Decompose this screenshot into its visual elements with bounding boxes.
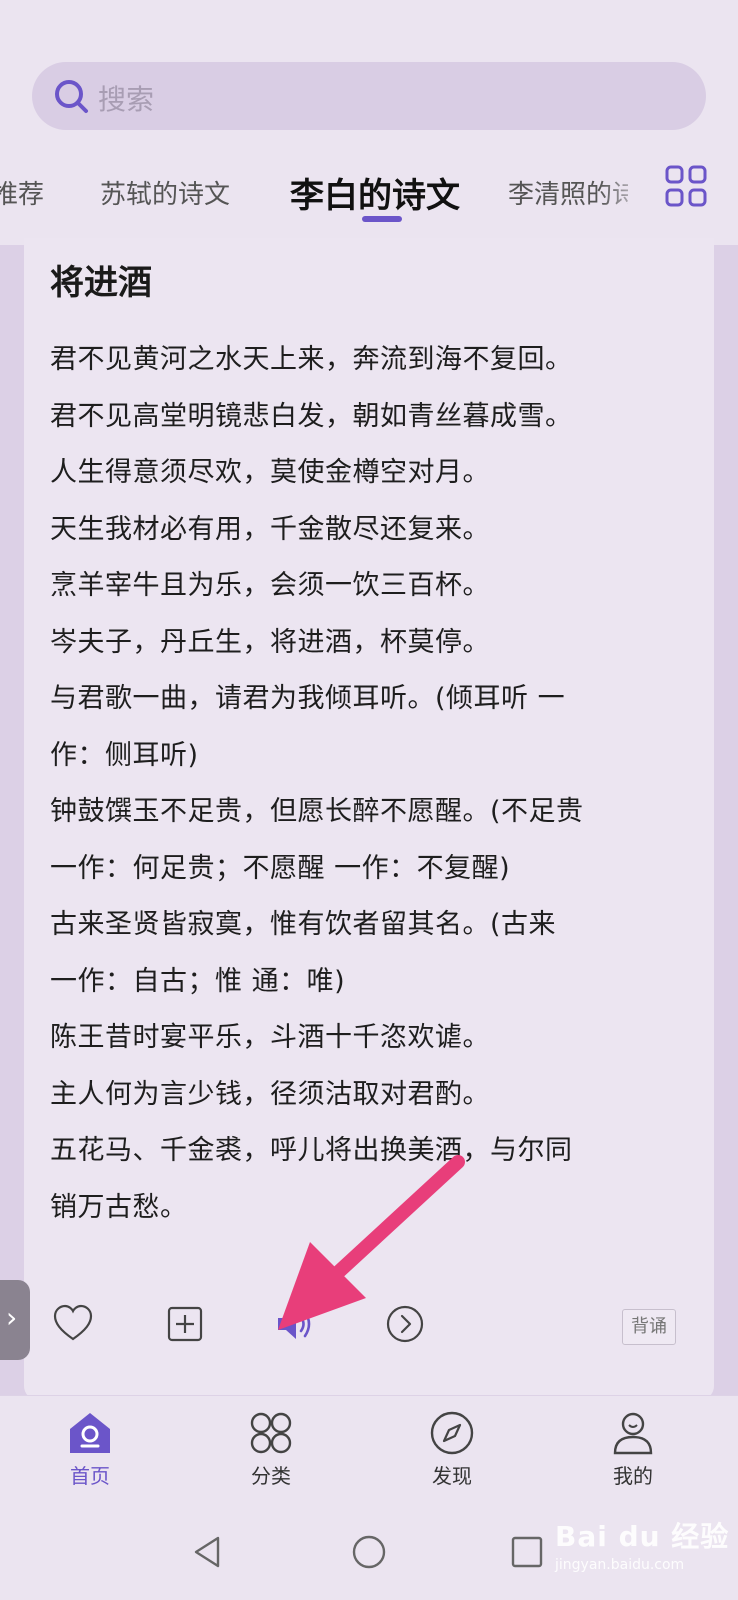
poem-line: 与君歌一曲，请君为我倾耳听。(倾耳听 一 (50, 683, 566, 714)
active-tab-indicator (362, 216, 402, 222)
user-icon (613, 1412, 653, 1455)
poem-line: 陈王昔时宴平乐，斗酒十千恣欢谑。 (50, 1022, 490, 1053)
search-placeholder: 搜索 (98, 83, 155, 116)
nav-mine[interactable]: 我的 (583, 1404, 683, 1489)
poem-line: 烹羊宰牛且为乐，会须一饮三百杯。 (50, 570, 490, 601)
recent-apps-icon[interactable] (507, 1532, 547, 1572)
heart-icon[interactable] (52, 1303, 94, 1345)
home-icon (70, 1413, 110, 1453)
recite-button[interactable]: 背诵 (622, 1309, 676, 1345)
nav-mine-label: 我的 (613, 1464, 653, 1488)
bottom-navigation: 首页 分类 发现 我的 (0, 1395, 738, 1511)
nav-discover[interactable]: 发现 (402, 1404, 502, 1489)
poem-body: 君不见黄河之水天上来，奔流到海不复回。 君不见高堂明镜悲白发，朝如青丝暮成雪。 … (50, 332, 690, 1236)
back-icon[interactable] (188, 1532, 228, 1572)
nav-discover-label: 发现 (432, 1464, 472, 1488)
poem-line: 古来圣贤皆寂寞，惟有饮者留其名。(古来 (50, 909, 557, 940)
chevron-right-icon: › (6, 1301, 18, 1334)
poem-line: 君不见高堂明镜悲白发，朝如青丝暮成雪。 (50, 400, 573, 432)
tabs-fade (600, 160, 650, 230)
nav-home[interactable]: 首页 (40, 1404, 140, 1489)
poem-line: 一作：何足贵；不愿醒 一作：不复醒) (50, 852, 511, 884)
compass-icon (430, 1411, 474, 1455)
poem-line: 天生我材必有用，千金散尽还复来。 (50, 513, 490, 545)
add-collection-icon[interactable] (164, 1303, 206, 1345)
poem-line: 主人何为言少钱，径须沽取对君酌。 (50, 1078, 490, 1110)
nav-category[interactable]: 分类 (221, 1404, 321, 1489)
grid-menu-icon[interactable] (664, 164, 708, 208)
poem-line: 岑夫子，丹丘生，将进酒，杯莫停。 (50, 626, 490, 658)
category-tabs: 推荐 苏轼的诗文 李白的诗文 李清照的诗 (0, 160, 738, 230)
poem-line: 人生得意须尽欢，莫使金樽空对月。 (50, 457, 490, 488)
search-bar[interactable]: 搜索 (32, 62, 706, 130)
tab-sushi[interactable]: 苏轼的诗文 (100, 174, 230, 211)
watermark-brand: Bai du 经验 (555, 1520, 730, 1553)
tab-recommend[interactable]: 推荐 (0, 174, 44, 211)
poem-title: 将进酒 (50, 263, 152, 303)
home-circle-icon[interactable] (349, 1532, 389, 1572)
tab-libai[interactable]: 李白的诗文 (290, 168, 460, 217)
annotation-arrow (278, 1155, 465, 1330)
baidu-watermark: Bai du 经验 jingyan.baidu.com (555, 1515, 735, 1595)
category-icon (250, 1412, 292, 1454)
poem-line: 君不见黄河之水天上来，奔流到海不复回。 (50, 344, 573, 375)
search-icon (55, 80, 88, 113)
poem-line: 钟鼓馔玉不足贵，但愿长醉不愿醒。(不足贵 (50, 796, 584, 827)
watermark-url: jingyan.baidu.com (555, 1557, 685, 1573)
nav-category-label: 分类 (251, 1464, 291, 1488)
poem-line: 一作：自古；惟 通：唯) (50, 965, 346, 997)
nav-home-label: 首页 (70, 1464, 110, 1488)
poem-line: 作：侧耳听) (50, 739, 199, 771)
